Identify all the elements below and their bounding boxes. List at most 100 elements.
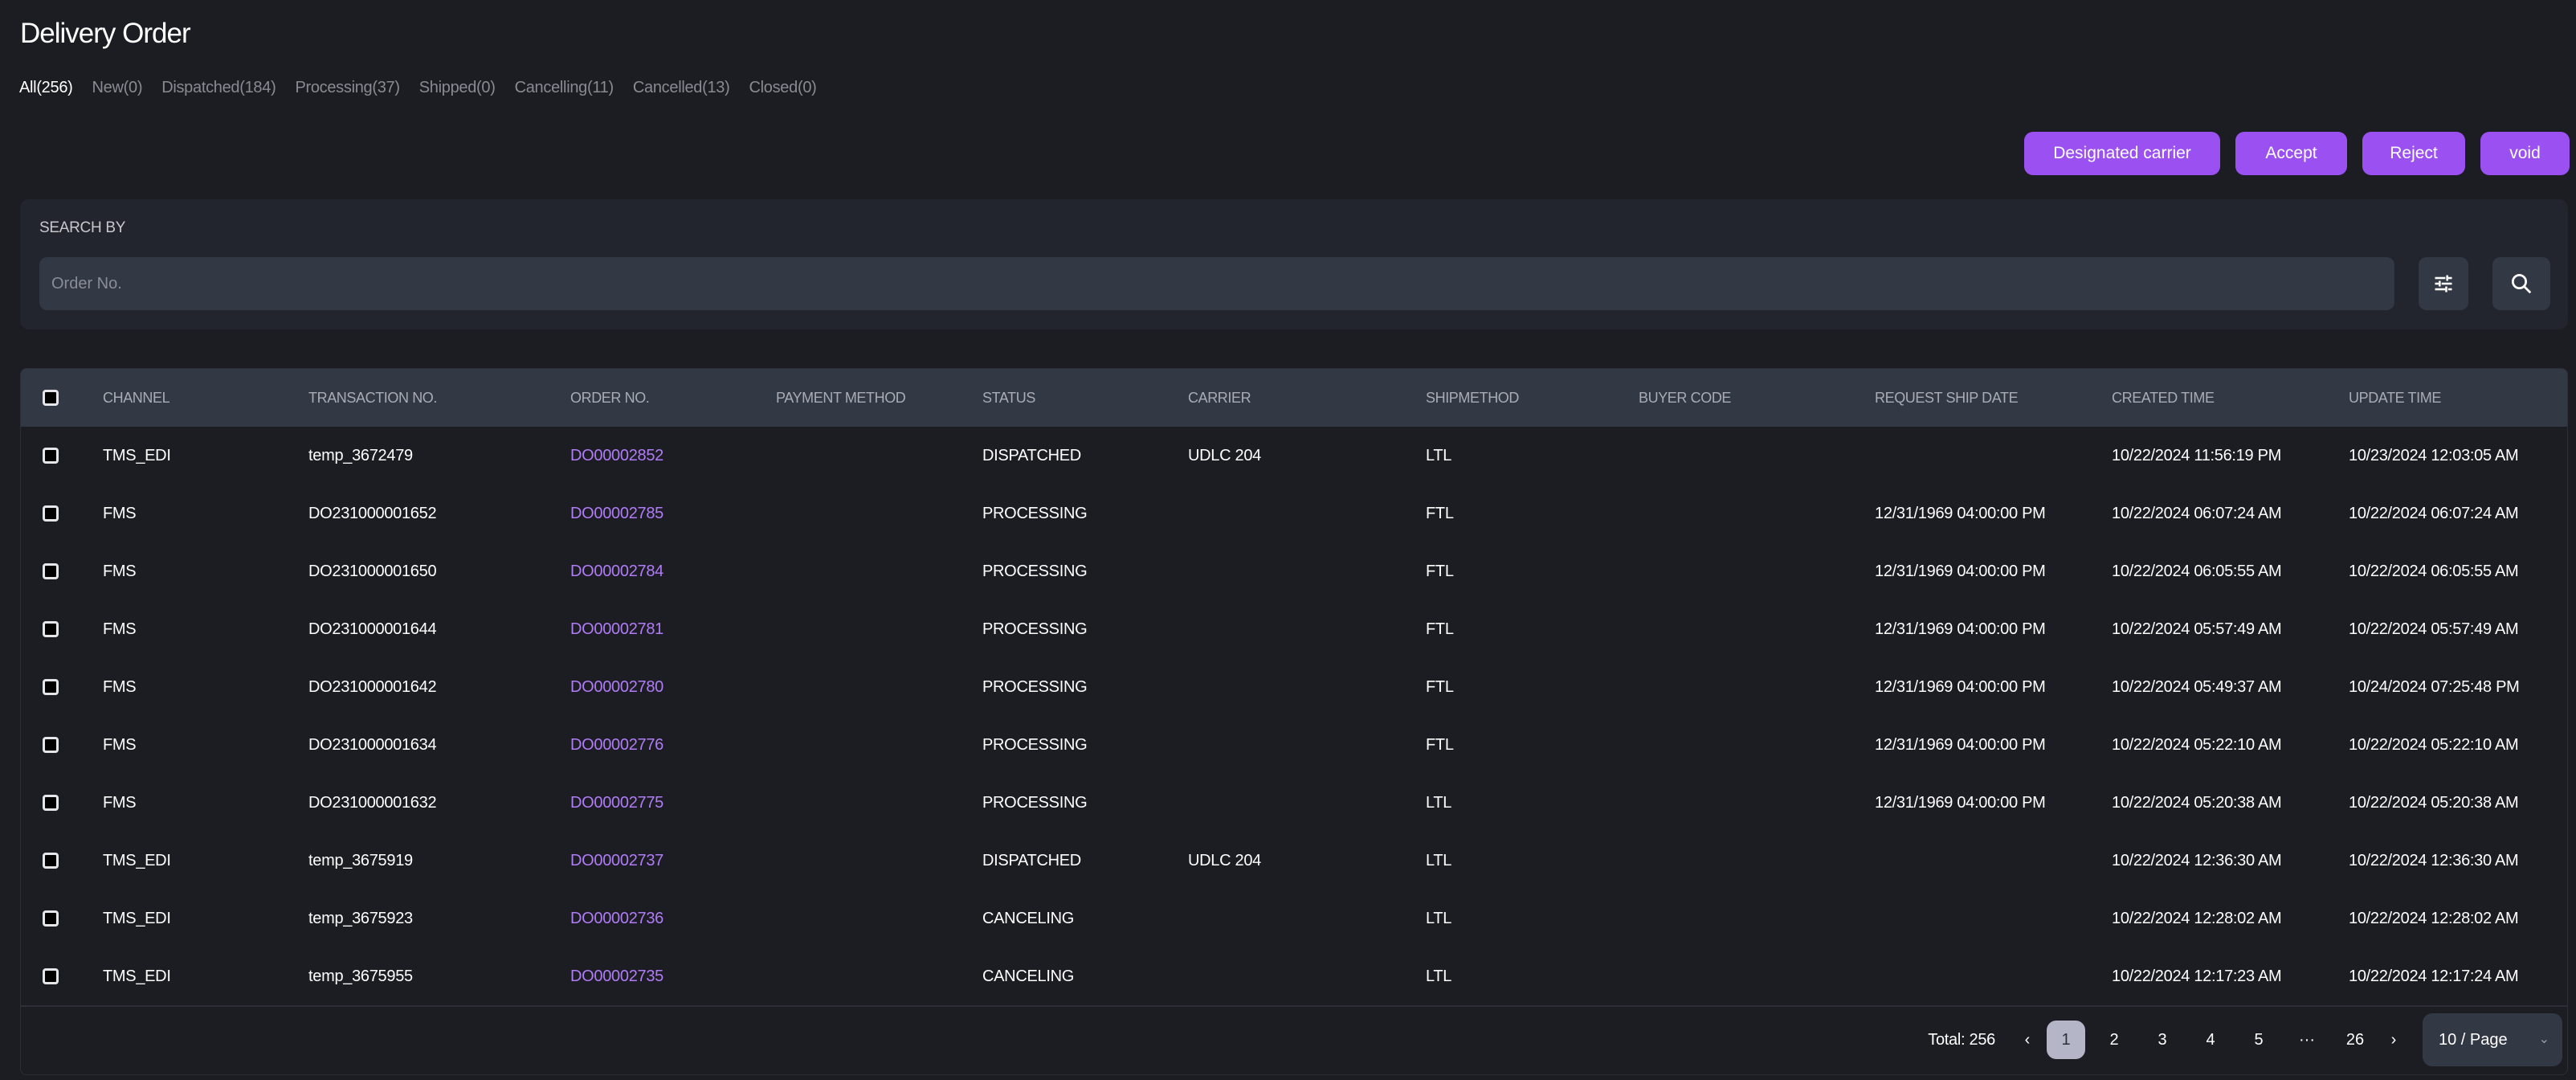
tab-new[interactable]: New(0)	[92, 79, 143, 97]
pagination: Total: 256 ‹ 1 2 3 4 5 ··· 26 › 10 / Pag…	[21, 1005, 2567, 1074]
order-no-link[interactable]: DO00002784	[570, 542, 663, 600]
page-button[interactable]: 5	[2239, 1021, 2278, 1059]
order-no-link[interactable]: DO00002736	[570, 890, 663, 947]
column-header-order-no[interactable]: ORDER NO.	[570, 369, 650, 427]
cell-shipmethod: LTL	[1426, 852, 1452, 869]
page-button[interactable]: 3	[2143, 1021, 2182, 1059]
page-ellipsis[interactable]: ···	[2288, 1021, 2326, 1059]
row-checkbox[interactable]	[43, 505, 59, 522]
cell-shipmethod: FTL	[1426, 562, 1454, 580]
cell-update-time: 10/22/2024 05:57:49 AM	[2349, 620, 2519, 638]
tab-processing[interactable]: Processing(37)	[295, 79, 400, 97]
order-no-search-input[interactable]	[39, 257, 2394, 310]
search-button[interactable]	[2492, 257, 2550, 310]
cell-transaction-no: DO231000001650	[308, 562, 437, 580]
tab-cancelled[interactable]: Cancelled(13)	[633, 79, 730, 97]
order-no-link[interactable]: DO00002775	[570, 774, 663, 832]
cell-created-time: 10/22/2024 12:36:30 AM	[2112, 852, 2282, 869]
tab-shipped[interactable]: Shipped(0)	[419, 79, 496, 97]
prev-page-icon[interactable]: ‹	[2018, 1021, 2037, 1059]
tab-cancelling[interactable]: Cancelling(11)	[515, 79, 614, 97]
cell-shipmethod: LTL	[1426, 910, 1452, 927]
column-header-shipmethod[interactable]: SHIPMETHOD	[1426, 369, 1519, 427]
row-checkbox[interactable]	[43, 968, 59, 984]
cell-status: DISPATCHED	[982, 447, 1081, 464]
table-header: CHANNEL TRANSACTION NO. ORDER NO. PAYMEN…	[21, 369, 2567, 427]
filter-button[interactable]	[2419, 257, 2468, 310]
cell-created-time: 10/22/2024 11:56:19 PM	[2112, 447, 2281, 464]
page-button[interactable]: 2	[2095, 1021, 2133, 1059]
column-header-carrier[interactable]: CARRIER	[1188, 369, 1251, 427]
total-count: Total: 256	[1928, 1030, 1995, 1049]
search-by-label: SEARCH BY	[39, 219, 126, 236]
row-checkbox[interactable]	[43, 795, 59, 811]
select-all-checkbox[interactable]	[43, 390, 59, 406]
column-header-update-time[interactable]: UPDATE TIME	[2349, 369, 2441, 427]
tab-dispatched[interactable]: Dispatched(184)	[161, 79, 276, 97]
status-tabs: All(256) New(0) Dispatched(184) Processi…	[19, 79, 817, 97]
page-size-select[interactable]: 10 / Page ⌄	[2423, 1013, 2562, 1066]
column-header-transaction-no[interactable]: TRANSACTION NO.	[308, 369, 437, 427]
column-header-payment-method[interactable]: PAYMENT METHOD	[776, 369, 906, 427]
cell-transaction-no: temp_3675919	[308, 852, 413, 869]
designated-carrier-button[interactable]: Designated carrier	[2024, 132, 2220, 175]
column-header-status[interactable]: STATUS	[982, 369, 1035, 427]
row-checkbox[interactable]	[43, 910, 59, 927]
order-no-link[interactable]: DO00002776	[570, 716, 663, 774]
order-no-link[interactable]: DO00002785	[570, 485, 663, 542]
table-row: FMS DO231000001650 DO00002784 PROCESSING…	[21, 542, 2567, 600]
column-header-buyer-code[interactable]: BUYER CODE	[1639, 369, 1731, 427]
cell-channel: FMS	[103, 620, 137, 638]
cell-transaction-no: temp_3675923	[308, 910, 413, 927]
cell-update-time: 10/22/2024 05:22:10 AM	[2349, 736, 2519, 754]
row-checkbox[interactable]	[43, 448, 59, 464]
cell-request-ship-date: 12/31/1969 04:00:00 PM	[1875, 736, 2046, 754]
cell-request-ship-date: 12/31/1969 04:00:00 PM	[1875, 794, 2046, 812]
cell-shipmethod: FTL	[1426, 678, 1454, 696]
page-button[interactable]: 4	[2191, 1021, 2230, 1059]
order-no-link[interactable]: DO00002781	[570, 600, 663, 658]
cell-status: PROCESSING	[982, 794, 1088, 812]
row-checkbox[interactable]	[43, 737, 59, 753]
cell-transaction-no: temp_3672479	[308, 447, 413, 464]
delivery-order-table: CHANNEL TRANSACTION NO. ORDER NO. PAYMEN…	[20, 368, 2568, 1075]
cell-shipmethod: FTL	[1426, 736, 1454, 754]
column-header-request-ship-date[interactable]: REQUEST SHIP DATE	[1875, 369, 2019, 427]
column-header-created-time[interactable]: CREATED TIME	[2112, 369, 2215, 427]
page-button[interactable]: 26	[2336, 1021, 2374, 1059]
cell-update-time: 10/22/2024 05:20:38 AM	[2349, 794, 2519, 812]
cell-status: CANCELING	[982, 910, 1074, 927]
row-checkbox[interactable]	[43, 563, 59, 579]
cell-created-time: 10/22/2024 05:22:10 AM	[2112, 736, 2282, 754]
delivery-order-page: Delivery Order All(256) New(0) Dispatche…	[0, 0, 2576, 1080]
void-button[interactable]: void	[2480, 132, 2570, 175]
tab-closed[interactable]: Closed(0)	[749, 79, 817, 97]
cell-status: PROCESSING	[982, 736, 1088, 754]
next-page-icon[interactable]: ›	[2384, 1021, 2403, 1059]
cell-update-time: 10/22/2024 12:28:02 AM	[2349, 910, 2519, 927]
order-no-link[interactable]: DO00002737	[570, 832, 663, 890]
reject-button[interactable]: Reject	[2362, 132, 2465, 175]
cell-status: PROCESSING	[982, 678, 1088, 696]
row-checkbox[interactable]	[43, 621, 59, 637]
cell-carrier: UDLC 204	[1188, 852, 1261, 869]
cell-status: PROCESSING	[982, 505, 1088, 522]
cell-status: PROCESSING	[982, 562, 1088, 580]
row-checkbox[interactable]	[43, 679, 59, 695]
tab-all[interactable]: All(256)	[19, 79, 73, 97]
cell-carrier: UDLC 204	[1188, 447, 1261, 464]
cell-transaction-no: temp_3675955	[308, 968, 413, 985]
order-no-link[interactable]: DO00002780	[570, 658, 663, 716]
table-row: TMS_EDI temp_3675923 DO00002736 CANCELIN…	[21, 890, 2567, 947]
order-no-link[interactable]: DO00002852	[570, 427, 663, 485]
row-checkbox[interactable]	[43, 853, 59, 869]
accept-button[interactable]: Accept	[2235, 132, 2347, 175]
cell-channel: FMS	[103, 678, 137, 696]
table-row: FMS DO231000001644 DO00002781 PROCESSING…	[21, 600, 2567, 658]
order-no-link[interactable]: DO00002735	[570, 947, 663, 1005]
cell-shipmethod: FTL	[1426, 505, 1454, 522]
page-title: Delivery Order	[20, 18, 191, 49]
column-header-channel[interactable]: CHANNEL	[103, 369, 170, 427]
page-size-value: 10 / Page	[2439, 1031, 2508, 1049]
page-button[interactable]: 1	[2047, 1021, 2085, 1059]
